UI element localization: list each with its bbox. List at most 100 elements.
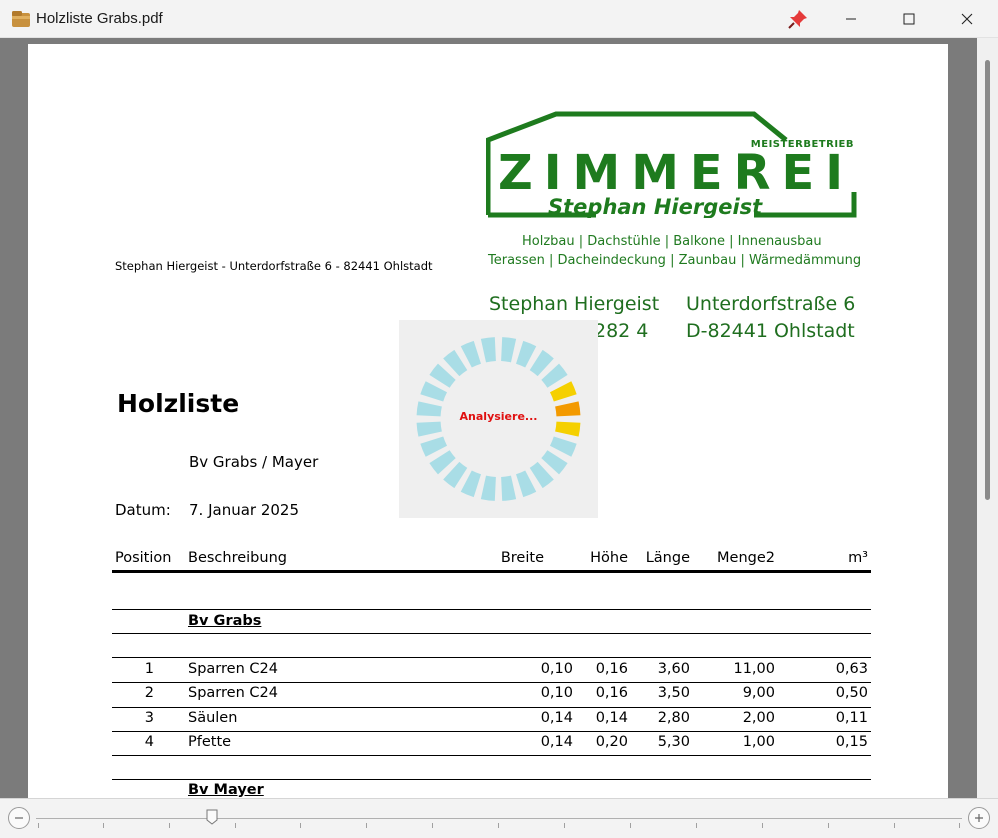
date-label: Datum: — [115, 501, 171, 519]
cell-menge: 2,00 — [742, 710, 775, 726]
spinner-segment — [501, 337, 517, 363]
header-beschreibung: Beschreibung — [188, 550, 287, 566]
header-menge: Menge2 — [717, 550, 775, 566]
document-title: Holzliste — [117, 389, 240, 418]
address-street: Unterdorfstraße 6 — [686, 293, 856, 315]
address-city: D-82441 Ohlstadt — [686, 320, 855, 342]
zoom-tick — [235, 823, 236, 828]
cell-menge: 9,00 — [742, 685, 775, 701]
scrollbar-thumb[interactable] — [985, 60, 990, 500]
spinner-segment — [555, 421, 581, 437]
row-rule — [112, 707, 871, 708]
row-rule — [112, 731, 871, 732]
row-rule — [112, 755, 871, 756]
close-button[interactable] — [938, 0, 996, 38]
cell-m3: 0,11 — [835, 710, 868, 726]
cell-laenge: 3,60 — [657, 661, 690, 677]
minimize-button[interactable] — [822, 0, 880, 38]
title-bar: Holzliste Grabs.pdf — [0, 0, 998, 38]
header-laenge: Länge — [645, 550, 690, 566]
svg-text:ZIMMEREI: ZIMMEREI — [498, 145, 854, 201]
cell-laenge: 2,80 — [657, 710, 690, 726]
cell-hoehe: 0,20 — [595, 734, 628, 750]
svg-text:Stephan Hiergeist: Stephan Hiergeist — [548, 195, 763, 218]
spinner-segment — [416, 421, 442, 437]
cell-menge: 1,00 — [742, 734, 775, 750]
cell-breite: 0,10 — [540, 661, 573, 677]
section-rule-top — [112, 609, 871, 610]
zoom-tick — [828, 823, 829, 828]
spinner-segment — [480, 475, 496, 501]
zoom-tick — [38, 823, 39, 828]
header-m3: m³ — [848, 550, 868, 566]
zoom-tick — [366, 823, 367, 828]
services-line-1: Holzbau | Dachstühle | Balkone | Innenau… — [522, 234, 822, 249]
window-title: Holzliste Grabs.pdf — [36, 10, 163, 27]
pin-icon[interactable] — [787, 8, 809, 30]
rows-rule-top — [112, 657, 871, 658]
spinner-segment — [480, 337, 496, 363]
header-rule — [112, 570, 871, 573]
cell-hoehe: 0,16 — [595, 685, 628, 701]
spinner-segment — [549, 436, 577, 457]
zoom-in-button[interactable] — [968, 807, 990, 829]
services-line-2: Terassen | Dacheindeckung | Zaunbau | Wä… — [488, 253, 862, 268]
maximize-icon — [903, 13, 915, 25]
zoom-tick — [169, 823, 170, 828]
section-title: Bv Grabs — [188, 613, 262, 629]
cell-m3: 0,63 — [835, 661, 868, 677]
date-value: 7. Januar 2025 — [189, 501, 300, 519]
zoom-tick — [564, 823, 565, 828]
header-position: Position — [115, 550, 172, 566]
company-logo: MEISTERBETRIEB ZIMMEREI Stephan Hiergeis… — [486, 111, 857, 218]
section-title: Bv Mayer — [188, 782, 264, 798]
cell-desc: Sparren C24 — [188, 661, 278, 677]
cell-breite: 0,14 — [540, 710, 573, 726]
address-name: Stephan Hiergeist — [489, 293, 660, 315]
cell-m3: 0,50 — [835, 685, 868, 701]
zoom-tick — [432, 823, 433, 828]
address-phone: 282 4 — [594, 320, 649, 342]
zoom-tick — [103, 823, 104, 828]
zoom-tick — [300, 823, 301, 828]
zoom-tick — [630, 823, 631, 828]
cell-pos: 4 — [144, 734, 154, 750]
pdf-page: MEISTERBETRIEB ZIMMEREI Stephan Hiergeis… — [28, 44, 948, 798]
spinner-segment — [516, 470, 537, 498]
cell-hoehe: 0,14 — [595, 710, 628, 726]
zoom-out-button[interactable] — [8, 807, 30, 829]
cell-breite: 0,14 — [540, 734, 573, 750]
spinner-segment — [501, 475, 517, 501]
zoom-slider-track[interactable] — [36, 818, 962, 819]
close-icon — [961, 13, 973, 25]
cell-desc: Sparren C24 — [188, 685, 278, 701]
plus-icon — [975, 814, 983, 822]
zoom-slider-thumb[interactable] — [206, 809, 218, 825]
zoom-tick — [959, 823, 960, 828]
section-rule-top — [112, 779, 871, 780]
zoom-tick — [498, 823, 499, 828]
document-viewer[interactable]: MEISTERBETRIEB ZIMMEREI Stephan Hiergeis… — [0, 38, 998, 798]
spinner-segment — [460, 340, 481, 368]
header-breite: Breite — [500, 550, 544, 566]
cell-desc: Pfette — [188, 734, 232, 750]
section-rule-bottom — [112, 633, 871, 634]
cell-laenge: 5,30 — [657, 734, 690, 750]
minimize-icon — [846, 18, 856, 20]
cell-m3: 0,15 — [835, 734, 868, 750]
spinner-segment — [549, 381, 577, 402]
cell-breite: 0,10 — [540, 685, 573, 701]
spinner-segment — [516, 340, 537, 368]
spinner-segment — [420, 436, 448, 457]
vertical-scrollbar[interactable] — [977, 38, 998, 798]
zoom-bar — [0, 798, 998, 838]
maximize-button[interactable] — [880, 0, 938, 38]
cell-pos: 3 — [144, 710, 154, 726]
minus-icon — [15, 817, 23, 819]
row-rule — [112, 682, 871, 683]
cell-desc: Säulen — [188, 710, 238, 726]
cell-pos: 1 — [144, 661, 154, 677]
zoom-tick — [696, 823, 697, 828]
zoom-tick — [894, 823, 895, 828]
spinner-segment — [420, 381, 448, 402]
